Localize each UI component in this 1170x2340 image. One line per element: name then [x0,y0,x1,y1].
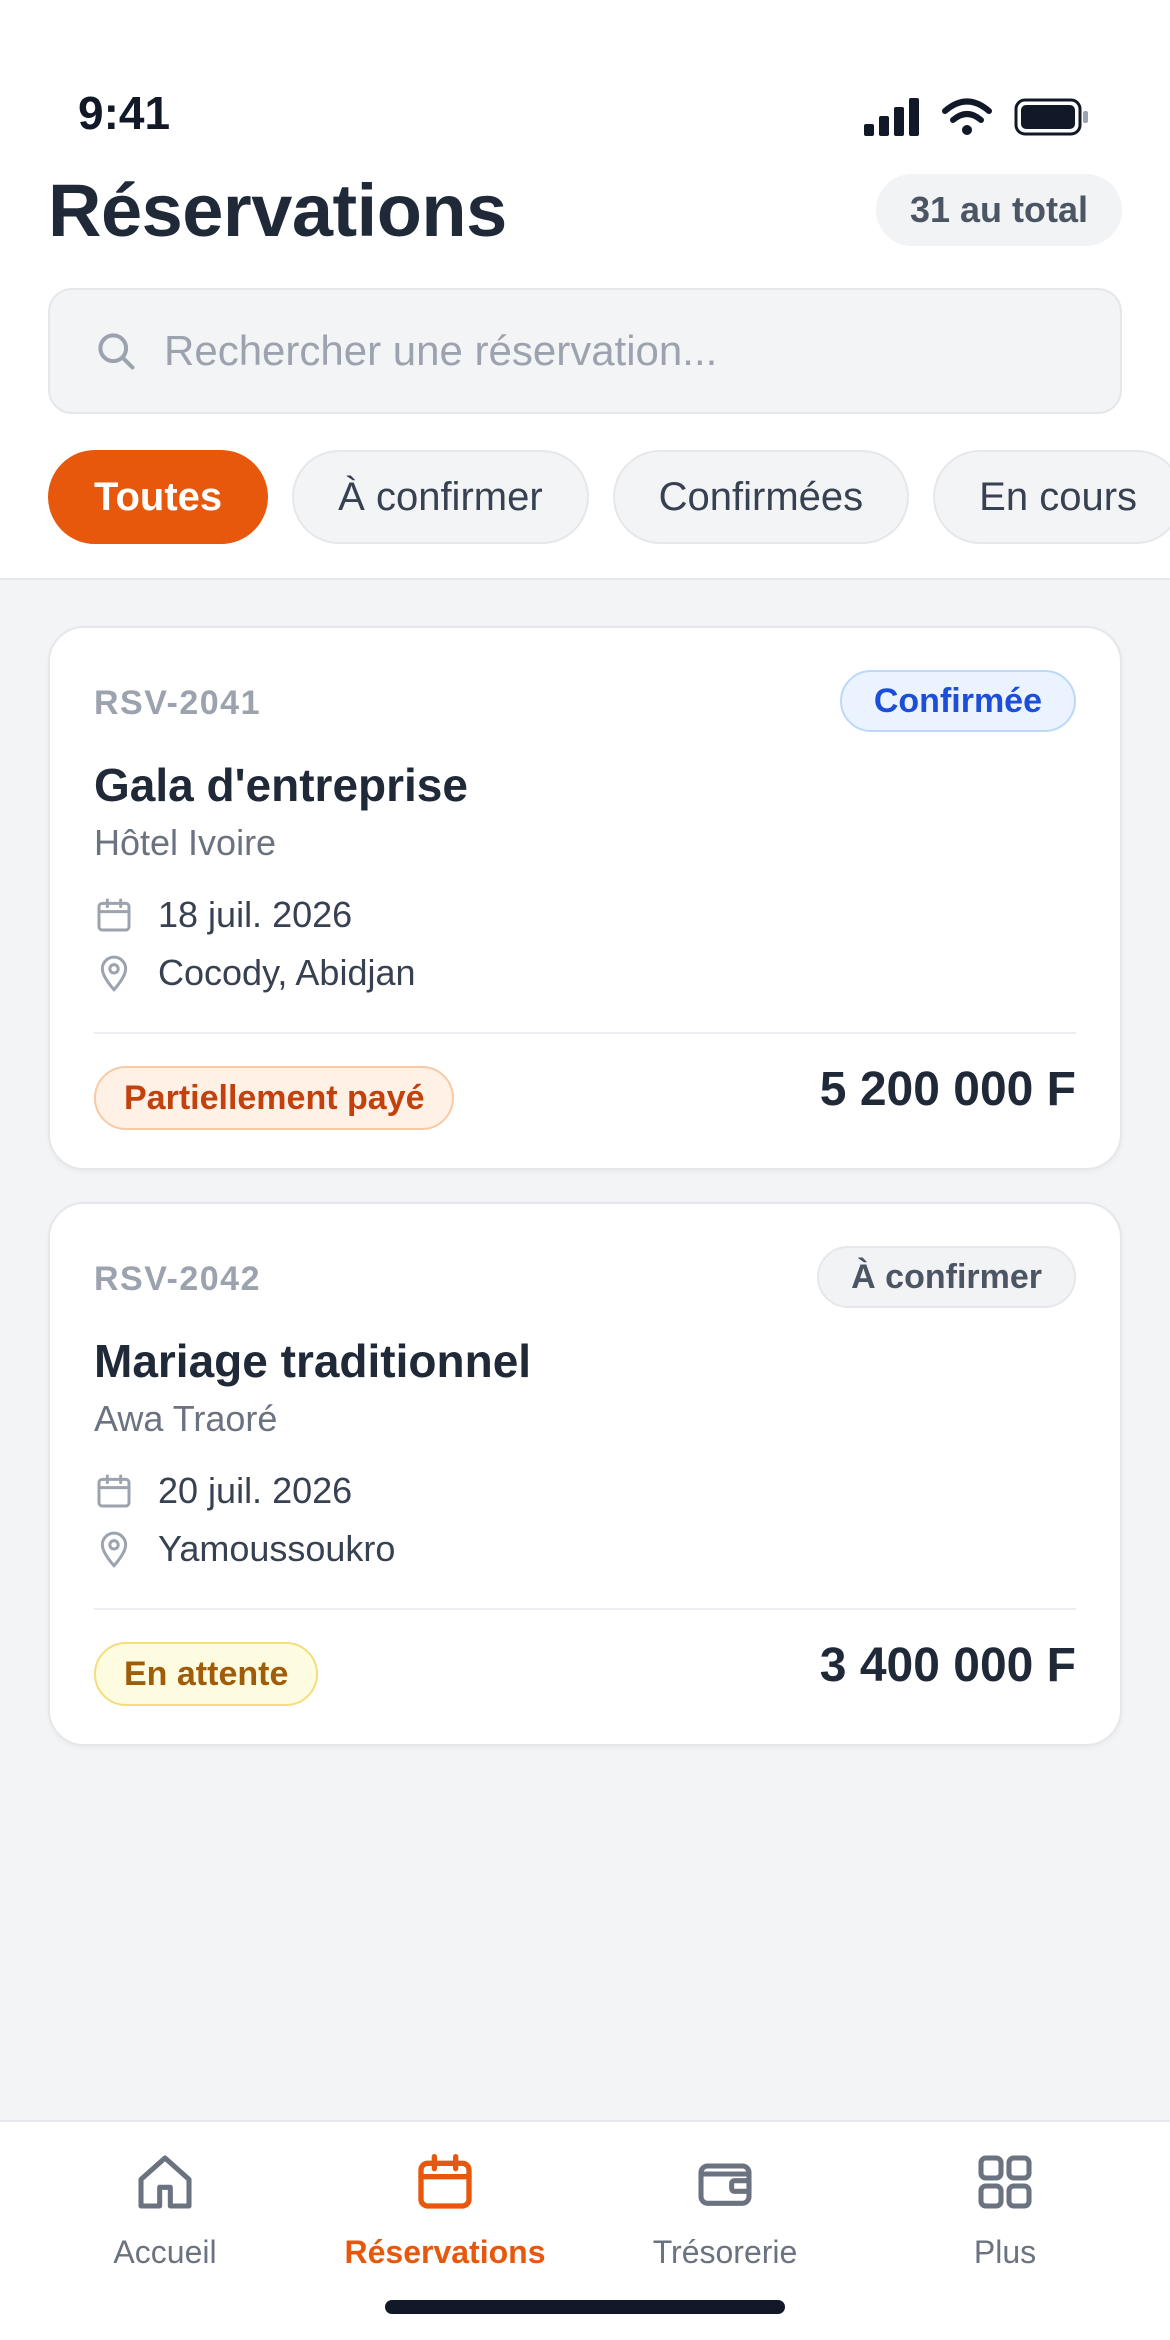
filter-chip-en-cours[interactable]: En cours [933,450,1170,544]
reservation-ref: RSV-2041 [94,684,261,722]
reservation-location: Yamoussoukro [158,1528,396,1569]
tab-plus[interactable]: Plus [865,2150,1145,2300]
calendar-icon [94,1471,134,1511]
reservation-amount: 3 400 000 F [819,1639,1076,1692]
reservation-title: Gala d'entreprise [94,759,468,811]
filter-chip-a-confirmer[interactable]: À confirmer [292,450,589,544]
reservation-card[interactable]: RSV-2042 À confirmer Mariage traditionne… [48,1202,1122,1746]
reservation-date-row: 20 juil. 2026 [94,1470,352,1512]
search-input[interactable] [164,327,1064,375]
filter-chips: Toutes À confirmer Confirmées En cours [48,450,1170,544]
filter-chip-confirmees[interactable]: Confirmées [612,450,910,544]
reservation-ref: RSV-2042 [94,1260,261,1298]
tab-reservations[interactable]: Réservations [305,2150,585,2300]
filter-chip-toutes[interactable]: Toutes [48,450,269,544]
calendar-icon [94,895,134,935]
map-pin-icon [94,1529,134,1569]
card-divider [94,1608,1076,1610]
search-icon [98,333,135,370]
status-icons [864,98,1090,136]
tab-tresorerie[interactable]: Trésorerie [585,2150,865,2300]
calendar-icon [418,2154,472,2209]
reservation-client: Hôtel Ivoire [94,822,277,863]
tab-accueil[interactable]: Accueil [25,2150,305,2300]
wifi-icon [942,98,992,135]
search-bar[interactable] [48,288,1122,414]
tab-label: Réservations [344,2234,546,2270]
tab-label: Plus [973,2234,1037,2270]
reservation-title: Mariage traditionnel [94,1335,532,1387]
wallet-icon [698,2163,752,2206]
page-header: Réservations 31 au total [48,160,1122,260]
status-time: 9:41 [78,87,171,139]
reservation-date: 18 juil. 2026 [158,894,353,935]
grid-icon [978,2155,1032,2209]
status-bar: 9:41 [0,0,1170,150]
tab-label: Trésorerie [652,2234,798,2270]
battery-icon [1014,98,1088,136]
tab-label: Accueil [113,2234,217,2270]
page-title: Réservations [48,168,507,252]
reservation-location-row: Yamoussoukro [94,1528,395,1570]
reservation-date: 20 juil. 2026 [158,1470,353,1511]
reservation-client: Awa Traoré [94,1398,278,1439]
reservation-amount: 5 200 000 F [819,1063,1076,1116]
reservation-location: Cocody, Abidjan [158,952,416,993]
status-badge: À confirmer [817,1246,1076,1308]
signal-icon [864,98,919,136]
home-icon [138,2155,192,2209]
status-badge: Confirmée [839,670,1076,732]
home-indicator [385,2300,785,2314]
reservation-date-row: 18 juil. 2026 [94,894,352,936]
card-divider [94,1032,1076,1034]
payment-status-badge: Partiellement payé [94,1066,455,1130]
payment-status-badge: En attente [94,1642,319,1706]
total-count-badge: 31 au total [875,174,1122,246]
reservation-card[interactable]: RSV-2041 Confirmée Gala d'entreprise Hôt… [48,626,1122,1170]
map-pin-icon [94,953,134,993]
reservation-list: RSV-2041 Confirmée Gala d'entreprise Hôt… [0,578,1170,2120]
reservation-location-row: Cocody, Abidjan [94,952,416,994]
